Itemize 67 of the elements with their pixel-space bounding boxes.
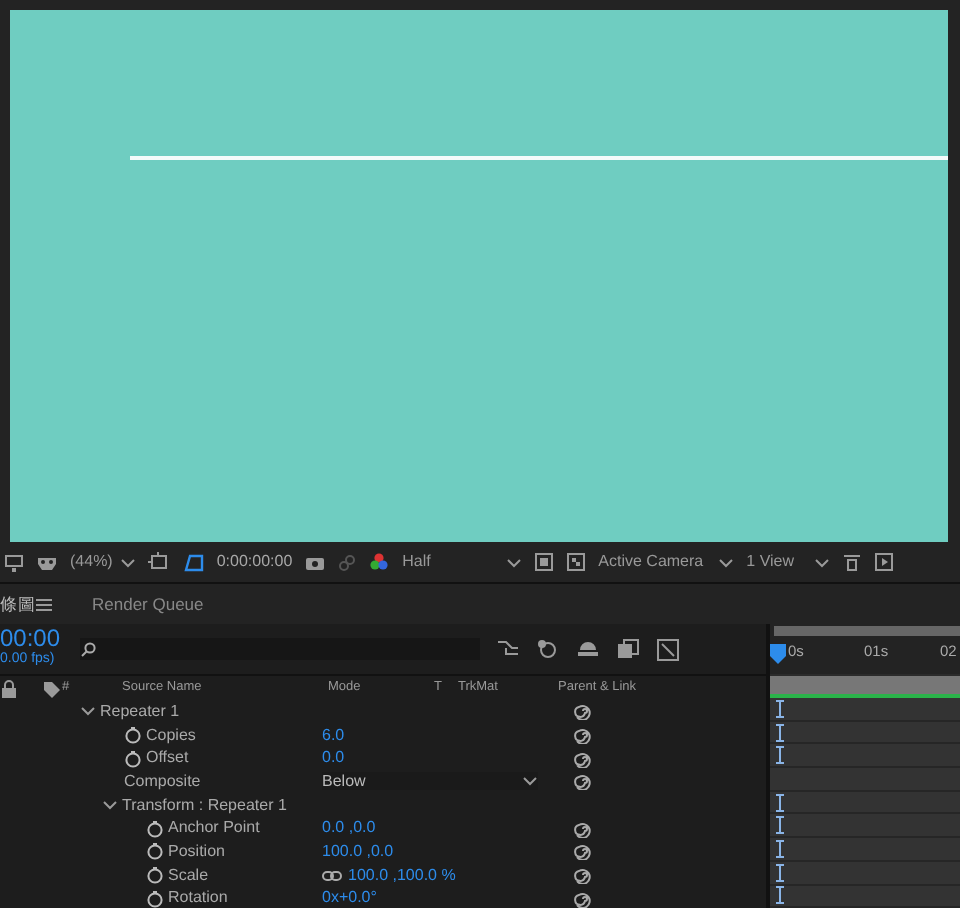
twisty-icon[interactable] — [102, 798, 118, 813]
graph-editor-icon[interactable] — [656, 637, 681, 661]
frame-icon[interactable] — [148, 551, 171, 573]
shy-icon[interactable] — [536, 637, 561, 661]
panel-tab[interactable]: 條圖 — [0, 591, 36, 617]
caret-icon — [718, 555, 735, 569]
in-point-icon — [776, 723, 784, 742]
camera-dropdown[interactable]: Active Camera — [598, 550, 735, 574]
composite-dropdown[interactable]: Below — [322, 772, 538, 791]
stopwatch-icon[interactable] — [124, 726, 142, 745]
in-point-icon — [776, 863, 784, 882]
property-value[interactable]: 6.0 — [322, 723, 345, 748]
region-icon[interactable] — [534, 552, 555, 572]
view-layout-dropdown[interactable]: 1 View — [746, 550, 831, 574]
snapshot-icon[interactable] — [874, 552, 895, 572]
property-value[interactable]: 0.0 — [322, 746, 345, 771]
stopwatch-icon[interactable] — [146, 819, 164, 838]
caret-icon — [506, 555, 523, 569]
property-value[interactable]: 0x+0.0° — [322, 886, 377, 908]
stopwatch-icon[interactable] — [146, 866, 164, 885]
frame-blend-icon[interactable] — [576, 637, 601, 661]
monitor-icon[interactable] — [4, 553, 24, 571]
channels-icon[interactable] — [368, 551, 391, 573]
property-name: Composite — [124, 769, 201, 794]
mask-shape-icon[interactable] — [182, 551, 205, 573]
search-icon — [80, 641, 99, 657]
property-name: Anchor Point — [168, 816, 260, 841]
current-time[interactable]: 00:00 — [0, 626, 61, 651]
search-field[interactable] — [80, 638, 481, 660]
zoom-dropdown[interactable]: (44%) — [70, 550, 137, 574]
layout-icon[interactable] — [842, 552, 863, 572]
in-point-icon — [776, 816, 784, 835]
property-name: Copies — [146, 723, 196, 748]
panel-tab[interactable]: Render Queue — [92, 591, 204, 617]
property-name: Transform : Repeater 1 — [122, 793, 287, 818]
twisty-icon[interactable] — [80, 704, 96, 719]
caret-icon — [522, 774, 538, 789]
lock-icon — [0, 679, 18, 697]
mask-icon[interactable] — [36, 553, 58, 571]
property-value[interactable]: 100.0 ,100.0 % — [348, 863, 456, 888]
caret-icon — [120, 555, 137, 569]
playhead-icon[interactable] — [770, 644, 786, 664]
property-value[interactable]: 0.0 ,0.0 — [322, 816, 376, 841]
resolution-dropdown[interactable]: Half — [402, 550, 523, 574]
motion-blur-icon[interactable] — [616, 637, 641, 661]
menu-icon[interactable] — [36, 597, 52, 611]
timecode-text[interactable]: 0:00:00:00 — [216, 550, 293, 574]
caret-icon — [814, 555, 831, 569]
in-point-icon — [776, 699, 784, 718]
label-icon — [42, 679, 60, 697]
flowchart-icon[interactable] — [496, 637, 521, 661]
property-name: Position — [168, 839, 225, 864]
link-icon[interactable] — [322, 869, 342, 882]
stopwatch-icon[interactable] — [146, 889, 164, 908]
property-name: Repeater 1 — [100, 699, 180, 724]
stopwatch-icon[interactable] — [146, 842, 164, 861]
property-value[interactable]: 100.0 ,0.0 — [322, 839, 394, 864]
transparency-grid-icon[interactable] — [566, 552, 587, 572]
property-name: Offset — [146, 746, 189, 771]
in-point-icon — [776, 746, 784, 765]
camera-icon[interactable] — [304, 553, 327, 571]
stopwatch-icon[interactable] — [124, 749, 142, 768]
in-point-icon — [776, 839, 784, 858]
in-point-icon — [776, 793, 784, 812]
property-name: Scale — [168, 863, 209, 888]
in-point-icon — [776, 886, 784, 905]
property-name: Rotation — [168, 886, 228, 908]
